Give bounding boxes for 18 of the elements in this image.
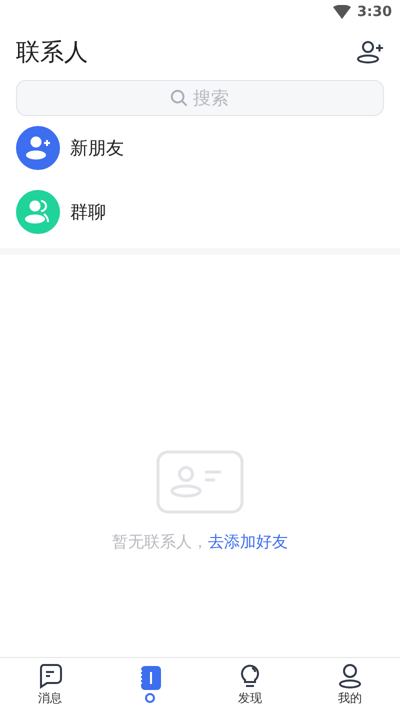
- search-field[interactable]: 搜索: [16, 80, 384, 116]
- discover-tab[interactable]: 发现: [200, 658, 300, 710]
- selected-dot: [145, 693, 155, 703]
- person-icon: [337, 663, 363, 689]
- add-friend-link[interactable]: 去添加好友: [208, 532, 288, 550]
- wifi-icon: [333, 5, 352, 19]
- status-time: 3:30: [357, 4, 392, 20]
- add-person-icon[interactable]: [16, 126, 60, 170]
- page-title: 联系人: [16, 37, 88, 68]
- messages-tab[interactable]: 消息: [0, 658, 100, 710]
- search-icon: [170, 89, 188, 107]
- add-contact-icon[interactable]: [356, 40, 384, 64]
- chat-icon: [37, 663, 63, 689]
- me-tab[interactable]: 我的: [300, 658, 400, 710]
- contact-card-icon: [156, 450, 244, 514]
- empty-message: 暂无联系人，去添加好友: [112, 532, 288, 552]
- entry-label[interactable]: 群聊: [70, 200, 106, 224]
- entry-label[interactable]: 新朋友: [70, 136, 124, 160]
